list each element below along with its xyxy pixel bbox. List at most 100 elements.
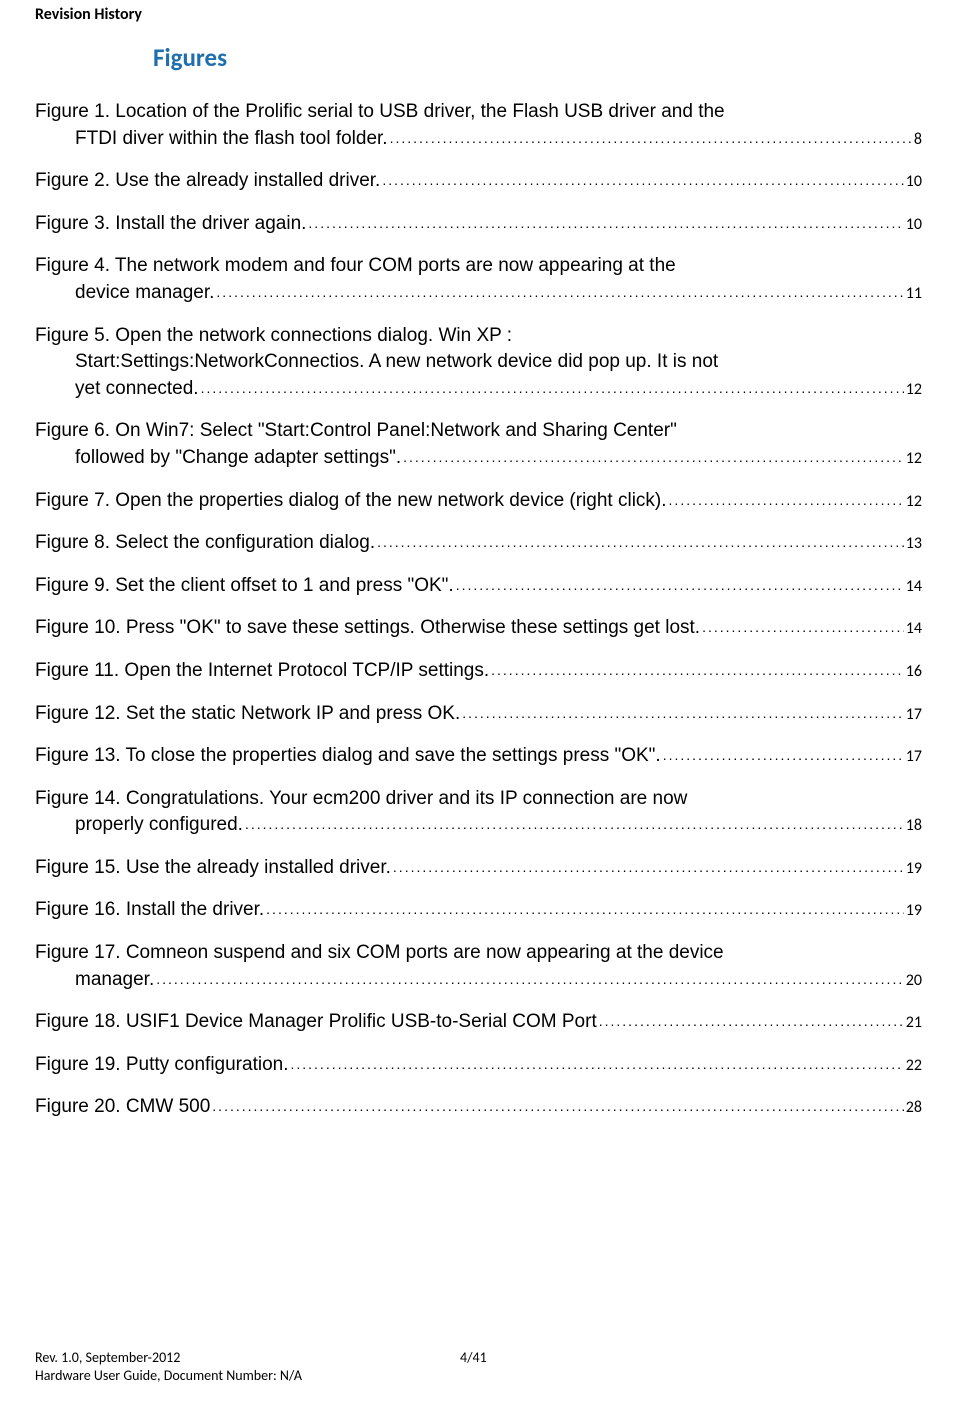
toc-leader-dots: ........................................… bbox=[491, 661, 904, 681]
toc-line: Figure 15. Use the already installed dri… bbox=[35, 855, 922, 882]
toc-entry: Figure 18. USIF1 Device Manager Prolific… bbox=[35, 1009, 922, 1036]
toc-line: Figure 9. Set the client offset to 1 and… bbox=[35, 573, 922, 600]
toc-line: Figure 12. Set the static Network IP and… bbox=[35, 701, 922, 728]
toc-entry: Figure 15. Use the already installed dri… bbox=[35, 855, 922, 882]
toc-leader-dots: ........................................… bbox=[216, 283, 903, 303]
toc-page-number: 21 bbox=[906, 1012, 922, 1034]
toc-page-number: 13 bbox=[906, 533, 922, 555]
toc-entry: Figure 5. Open the network connections d… bbox=[35, 323, 922, 403]
toc-entry: Figure 7. Open the properties dialog of … bbox=[35, 488, 922, 515]
toc-entry: Figure 4. The network modem and four COM… bbox=[35, 253, 922, 306]
toc-line: Figure 13. To close the properties dialo… bbox=[35, 743, 922, 770]
toc-page-number: 12 bbox=[906, 491, 922, 513]
toc-leader-dots: ........................................… bbox=[390, 129, 912, 149]
toc-line: Figure 16. Install the driver...........… bbox=[35, 897, 922, 924]
toc-line: FTDI diver within the flash tool folder.… bbox=[75, 126, 922, 153]
toc-line: Figure 14. Congratulations. Your ecm200 … bbox=[35, 786, 922, 813]
toc-entry: Figure 8. Select the configuration dialo… bbox=[35, 530, 922, 557]
toc-line: properly configured.....................… bbox=[75, 812, 922, 839]
toc-entry: Figure 12. Set the static Network IP and… bbox=[35, 701, 922, 728]
toc-line: Start:Settings:NetworkConnectios. A new … bbox=[75, 349, 922, 376]
toc-page-number: 20 bbox=[906, 970, 922, 992]
toc-leader-dots: ........................................… bbox=[599, 1012, 904, 1032]
toc-page-number: 19 bbox=[906, 858, 922, 880]
toc-text: yet connected. bbox=[75, 376, 199, 403]
toc-entry: Figure 16. Install the driver...........… bbox=[35, 897, 922, 924]
toc-entry: Figure 20. CMW 500......................… bbox=[35, 1094, 922, 1121]
toc-text: Figure 13. To close the properties dialo… bbox=[35, 743, 661, 770]
toc-line: Figure 11. Open the Internet Protocol TC… bbox=[35, 658, 922, 685]
toc-leader-dots: ........................................… bbox=[462, 704, 904, 724]
toc-line: Figure 1. Location of the Prolific seria… bbox=[35, 99, 922, 126]
figures-heading: Figures bbox=[153, 42, 922, 73]
toc-leader-dots: ........................................… bbox=[382, 171, 903, 191]
toc-text: Figure 18. USIF1 Device Manager Prolific… bbox=[35, 1009, 597, 1036]
toc-page-number: 10 bbox=[906, 171, 922, 193]
toc-leader-dots: ........................................… bbox=[702, 618, 904, 638]
toc-text: Figure 20. CMW 500 bbox=[35, 1094, 210, 1121]
toc-line: followed by "Change adapter settings"...… bbox=[75, 445, 922, 472]
toc-line: Figure 18. USIF1 Device Manager Prolific… bbox=[35, 1009, 922, 1036]
toc-line: Figure 6. On Win7: Select "Start:Control… bbox=[35, 418, 922, 445]
toc-line: Figure 17. Comneon suspend and six COM p… bbox=[35, 940, 922, 967]
toc-page-number: 28 bbox=[906, 1097, 922, 1119]
toc-entry: Figure 13. To close the properties dialo… bbox=[35, 743, 922, 770]
toc-page-number: 12 bbox=[906, 379, 922, 401]
toc-text: Figure 15. Use the already installed dri… bbox=[35, 855, 391, 882]
toc-page-number: 8 bbox=[914, 129, 922, 151]
toc-text: FTDI diver within the flash tool folder. bbox=[75, 126, 388, 153]
toc-line: Figure 7. Open the properties dialog of … bbox=[35, 488, 922, 515]
figures-toc: Figure 1. Location of the Prolific seria… bbox=[35, 99, 922, 1121]
toc-page-number: 16 bbox=[906, 661, 922, 683]
toc-entry: Figure 2. Use the already installed driv… bbox=[35, 168, 922, 195]
toc-leader-dots: ........................................… bbox=[663, 746, 904, 766]
toc-line: Figure 2. Use the already installed driv… bbox=[35, 168, 922, 195]
toc-entry: Figure 3. Install the driver again......… bbox=[35, 211, 922, 238]
toc-entry: Figure 6. On Win7: Select "Start:Control… bbox=[35, 418, 922, 471]
toc-line: Figure 4. The network modem and four COM… bbox=[35, 253, 922, 280]
page-footer: Rev. 1.0, September-2012 Hardware User G… bbox=[35, 1349, 922, 1385]
toc-line: Figure 5. Open the network connections d… bbox=[35, 323, 922, 350]
toc-leader-dots: ........................................… bbox=[245, 815, 904, 835]
toc-text: Figure 12. Set the static Network IP and… bbox=[35, 701, 460, 728]
toc-page-number: 22 bbox=[906, 1055, 922, 1077]
toc-line: yet connected...........................… bbox=[75, 376, 922, 403]
toc-leader-dots: ........................................… bbox=[393, 858, 904, 878]
toc-entry: Figure 10. Press "OK" to save these sett… bbox=[35, 615, 922, 642]
toc-text: Figure 10. Press "OK" to save these sett… bbox=[35, 615, 700, 642]
toc-leader-dots: ........................................… bbox=[266, 900, 904, 920]
toc-page-number: 11 bbox=[906, 283, 922, 305]
toc-line: Figure 8. Select the configuration dialo… bbox=[35, 530, 922, 557]
toc-line: Figure 20. CMW 500......................… bbox=[35, 1094, 922, 1121]
toc-entry: Figure 9. Set the client offset to 1 and… bbox=[35, 573, 922, 600]
toc-page-number: 17 bbox=[906, 746, 922, 768]
toc-leader-dots: ........................................… bbox=[290, 1055, 903, 1075]
toc-text: Figure 19. Putty configuration. bbox=[35, 1052, 288, 1079]
toc-line: manager.................................… bbox=[75, 967, 922, 994]
toc-page-number: 14 bbox=[906, 618, 922, 640]
toc-entry: Figure 1. Location of the Prolific seria… bbox=[35, 99, 922, 152]
toc-page-number: 19 bbox=[906, 900, 922, 922]
toc-text: properly configured. bbox=[75, 812, 243, 839]
toc-page-number: 17 bbox=[906, 704, 922, 726]
toc-entry: Figure 19. Putty configuration..........… bbox=[35, 1052, 922, 1079]
toc-leader-dots: ........................................… bbox=[308, 214, 903, 234]
toc-leader-dots: ........................................… bbox=[377, 533, 904, 553]
toc-leader-dots: ........................................… bbox=[201, 379, 904, 399]
page-header: Revision History bbox=[35, 5, 922, 24]
toc-line: device manager..........................… bbox=[75, 280, 922, 307]
toc-page-number: 18 bbox=[906, 815, 922, 837]
toc-text: Figure 11. Open the Internet Protocol TC… bbox=[35, 658, 489, 685]
toc-line: Figure 3. Install the driver again......… bbox=[35, 211, 922, 238]
toc-entry: Figure 14. Congratulations. Your ecm200 … bbox=[35, 786, 922, 839]
toc-leader-dots: ........................................… bbox=[156, 970, 904, 990]
toc-leader-dots: ........................................… bbox=[403, 448, 904, 468]
toc-line: Figure 19. Putty configuration..........… bbox=[35, 1052, 922, 1079]
toc-text: followed by "Change adapter settings". bbox=[75, 445, 401, 472]
toc-line: Figure 10. Press "OK" to save these sett… bbox=[35, 615, 922, 642]
toc-page-number: 14 bbox=[906, 576, 922, 598]
toc-entry: Figure 17. Comneon suspend and six COM p… bbox=[35, 940, 922, 993]
toc-entry: Figure 11. Open the Internet Protocol TC… bbox=[35, 658, 922, 685]
toc-text: device manager. bbox=[75, 280, 214, 307]
footer-page-num: 4/41 bbox=[460, 1349, 487, 1367]
